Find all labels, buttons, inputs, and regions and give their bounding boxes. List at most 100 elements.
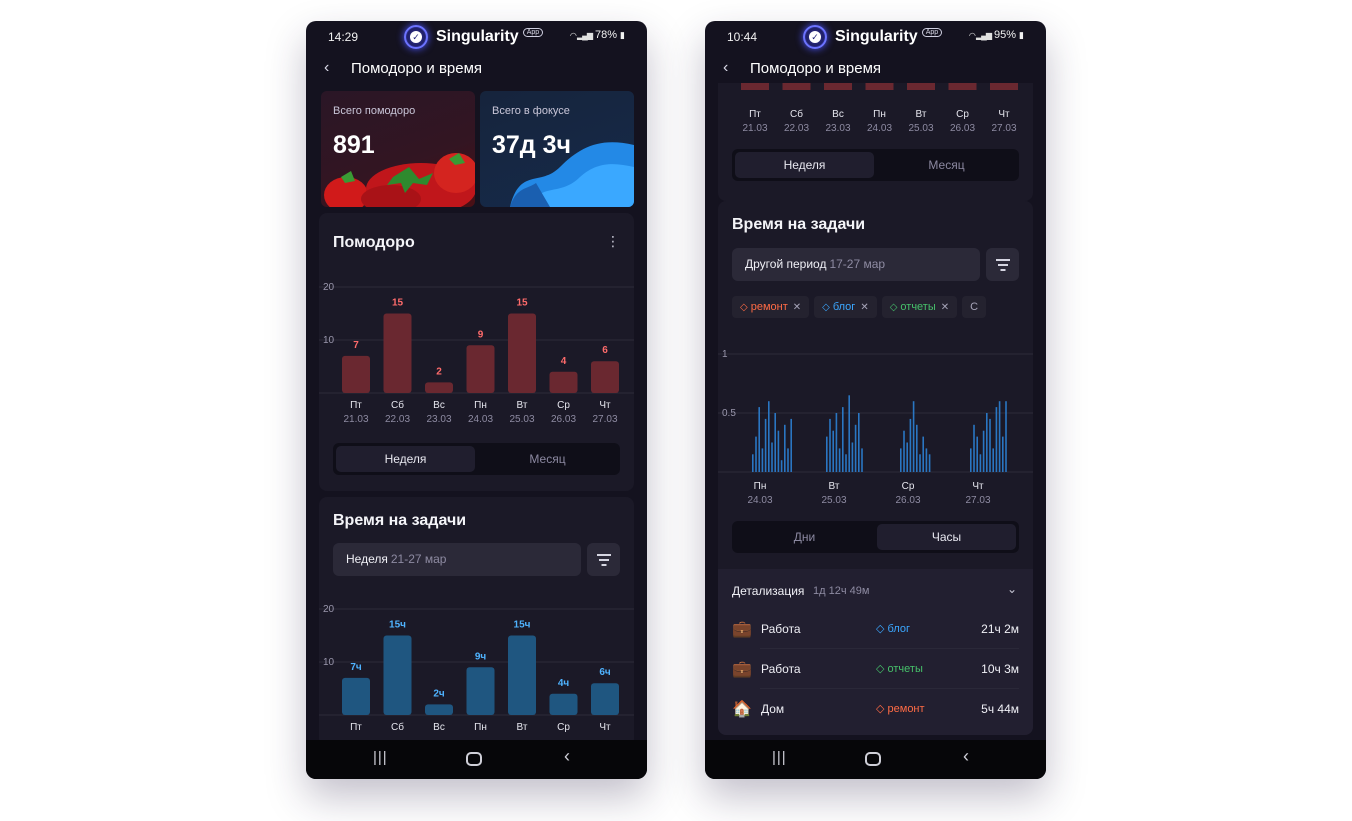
hour-bar	[848, 395, 850, 472]
hour-bar	[986, 413, 988, 472]
house-icon: 🏠	[732, 701, 752, 718]
x-tick-label: Пт	[350, 722, 362, 733]
hourly-bar-chart: 1 0.5 Пн 24.03 Вт 25.03 Ср 26.03 Чт 27.03	[718, 334, 1033, 514]
y-tick-label: 20	[323, 604, 335, 615]
remove-chip-icon[interactable]: ✕	[793, 302, 801, 313]
hour-bar	[835, 413, 838, 472]
segment-month[interactable]: Месяц	[877, 152, 1016, 178]
home-icon[interactable]	[466, 752, 482, 766]
x-date-label: 25.03	[509, 414, 534, 425]
tag-label: блог	[887, 623, 910, 635]
chip-more[interactable]: С	[962, 296, 987, 318]
chip-label: отчеты	[900, 301, 936, 313]
detail-header[interactable]: Детализация 1д 12ч 49м ⌄	[718, 569, 1033, 613]
tile-label: Всего помодоро	[333, 105, 416, 117]
battery-icon: ▮	[1019, 29, 1024, 40]
detail-row-time: 21ч 2м	[981, 622, 1019, 636]
tomato-illustration	[324, 153, 475, 207]
brand-name: Singularity	[436, 28, 519, 45]
hour-bar	[861, 448, 863, 472]
x-tick-label: Сб	[391, 721, 404, 733]
briefcase-icon: 💼	[732, 661, 752, 678]
segment-week[interactable]: Неделя	[735, 152, 874, 178]
back-icon[interactable]: ‹	[324, 59, 329, 77]
detail-row-name: Работа	[761, 662, 801, 676]
segment-days[interactable]: Дни	[735, 524, 874, 550]
detail-row[interactable]: 💼 Работа ◇ блог 21ч 2м	[718, 609, 1033, 649]
bar	[549, 693, 578, 715]
period-selector[interactable]: Другой период 17-27 мар	[732, 248, 980, 281]
hour-bar	[995, 407, 998, 472]
segment-week[interactable]: Неделя	[336, 446, 475, 472]
pomodoro-period-toggle: Неделя Месяц	[732, 149, 1019, 181]
hour-bar	[777, 430, 780, 472]
recent-apps-icon[interactable]: |||	[373, 749, 388, 766]
tag-filter-chips: ◇ ремонт ✕ ◇ блог ✕ ◇ отчеты ✕ С	[732, 296, 1032, 320]
hour-bar	[842, 407, 844, 472]
more-vertical-icon[interactable]: ⋮	[606, 233, 620, 250]
x-date-label: 21.03	[742, 123, 767, 134]
screen-header: ‹ Помодоро и время	[306, 55, 647, 83]
bar-value-label: 15ч	[514, 620, 531, 631]
chart-svg: Пт 21.03 Сб 22.03 Вс 23.03 Пн 24.03 Вт 25.03 Ср 26.…	[741, 83, 1018, 134]
segment-hours[interactable]: Часы	[877, 524, 1016, 550]
hour-bar	[1005, 401, 1007, 472]
bar	[741, 83, 769, 90]
home-icon[interactable]	[865, 752, 881, 766]
x-tick-label: Пт	[749, 109, 761, 120]
hour-bar	[916, 424, 918, 472]
hour-bar	[912, 401, 915, 472]
card-title: Время на задачи	[333, 512, 467, 529]
x-date-label: 25.03	[821, 495, 846, 506]
battery-level: 95%	[994, 29, 1017, 41]
hour-bar	[752, 454, 754, 472]
detail-row-tag: ◇ ремонт	[876, 702, 925, 715]
x-tick-label: Вт	[517, 400, 528, 411]
x-tick-label: Сб	[391, 399, 404, 411]
period-selector[interactable]: Неделя 21-27 мар	[333, 543, 581, 576]
filter-button[interactable]	[587, 543, 620, 576]
detail-row[interactable]: 🏠 Дом ◇ ремонт 5ч 44м	[718, 689, 1033, 729]
nav-back-icon[interactable]: ‹	[963, 746, 969, 767]
bar-value-label: 4ч	[558, 678, 570, 689]
period-label: Другой период	[745, 257, 827, 271]
chip-repair[interactable]: ◇ ремонт ✕	[732, 296, 810, 318]
hour-bar	[758, 407, 760, 472]
hour-bar	[998, 401, 1001, 472]
remove-chip-icon[interactable]: ✕	[941, 302, 949, 313]
y-tick-label: 10	[323, 335, 335, 346]
x-date-label: 21.03	[343, 414, 368, 425]
x-tick-label: Вс	[433, 400, 445, 411]
app-brand: ✓ Singularity App	[404, 25, 544, 49]
detail-row[interactable]: 💼 Работа ◇ отчеты 10ч 3м	[718, 649, 1033, 689]
status-indicators: ◠ ▂▄▆ 95% ▮	[969, 29, 1024, 41]
period-range: 21-27 мар	[390, 552, 447, 566]
bar	[342, 355, 370, 393]
singularity-logo-icon: ✓	[404, 25, 428, 49]
app-brand: ✓ Singularity App	[803, 25, 943, 49]
card-title: Время на задачи	[732, 216, 866, 233]
back-icon[interactable]: ‹	[723, 59, 728, 77]
hour-bar	[838, 448, 841, 472]
hour-bar	[973, 424, 975, 472]
chip-reports[interactable]: ◇ отчеты ✕	[881, 296, 958, 318]
hour-bar	[979, 454, 982, 472]
recent-apps-icon[interactable]: |||	[772, 749, 787, 766]
tag-icon: ◇	[889, 302, 898, 313]
hour-bar	[755, 436, 757, 472]
x-tick-label: Чт	[599, 722, 611, 733]
segment-month[interactable]: Месяц	[478, 446, 617, 472]
chevron-down-icon[interactable]: ⌄	[1007, 582, 1017, 596]
hour-bar	[858, 413, 860, 472]
page-title: Помодоро и время	[351, 60, 483, 77]
nav-back-icon[interactable]: ‹	[564, 746, 570, 767]
x-tick-label: Пн	[754, 481, 767, 492]
y-tick-label: 0.5	[722, 408, 736, 419]
filter-button[interactable]	[986, 248, 1019, 281]
remove-chip-icon[interactable]: ✕	[860, 302, 868, 313]
bar	[782, 83, 811, 90]
bar-value-label: 7	[353, 340, 359, 351]
y-tick-label: 10	[323, 657, 335, 668]
chip-blog[interactable]: ◇ блог ✕	[814, 296, 877, 318]
status-bar: 10:44 ✓ Singularity App ◠ ▂▄▆ 95% ▮	[705, 21, 1046, 55]
